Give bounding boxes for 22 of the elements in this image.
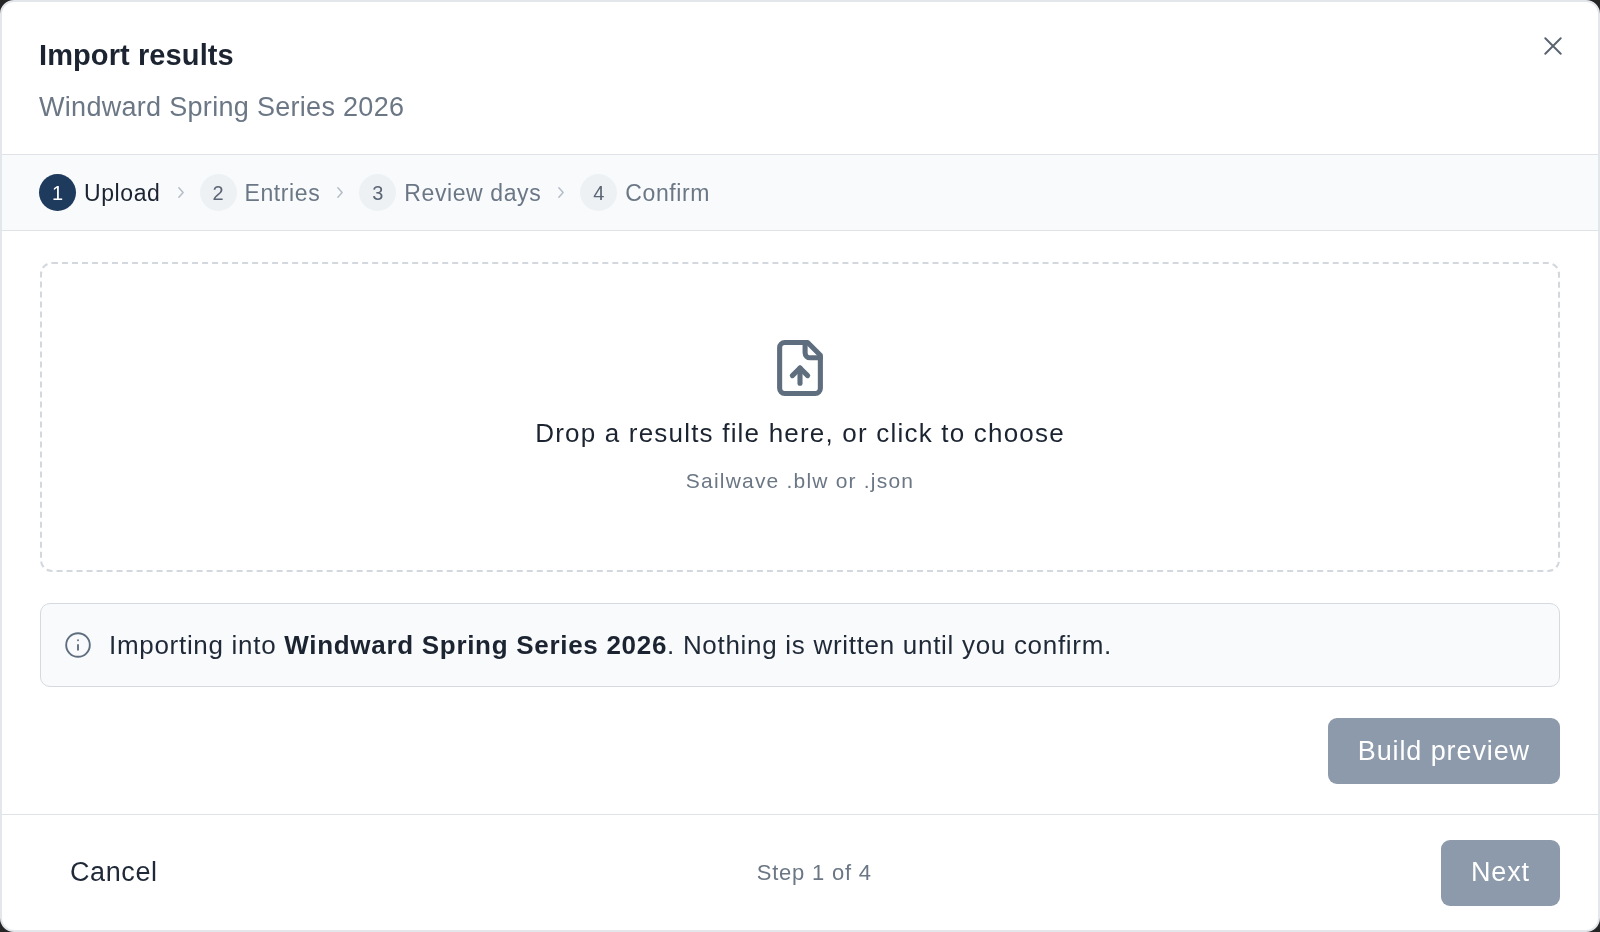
close-icon bbox=[1544, 37, 1562, 55]
drop-prompt: Drop a results file here, or click to choose bbox=[535, 418, 1065, 448]
step-number: 1 bbox=[39, 174, 76, 211]
cancel-button[interactable]: Cancel bbox=[40, 839, 188, 906]
dialog-subtitle: Windward Spring Series 2026 bbox=[39, 91, 405, 123]
info-message: Importing into Windward Spring Series 2026. Nothing is written until you confirm. bbox=[109, 630, 1112, 660]
file-types-hint: Sailwave .blw or .json bbox=[685, 468, 915, 494]
step-number: 4 bbox=[580, 174, 618, 211]
file-drop-zone[interactable]: Drop a results file here, or click to choose Sailwave .blw or .json bbox=[40, 262, 1560, 572]
step-label: Upload bbox=[84, 178, 161, 207]
step-label: Entries bbox=[244, 178, 321, 207]
step-label: Confirm bbox=[625, 178, 710, 207]
dialog-title: Import results bbox=[39, 38, 235, 72]
step-number: 2 bbox=[199, 174, 237, 211]
chevron-icon bbox=[558, 187, 565, 198]
info-icon bbox=[65, 632, 91, 658]
step-status: Step 1 of 4 bbox=[756, 859, 872, 885]
chevron-icon bbox=[177, 187, 184, 198]
file-upload-icon bbox=[777, 340, 823, 396]
step-number: 3 bbox=[359, 174, 397, 211]
chevron-icon bbox=[337, 187, 344, 198]
step-label: Review days bbox=[404, 178, 542, 207]
